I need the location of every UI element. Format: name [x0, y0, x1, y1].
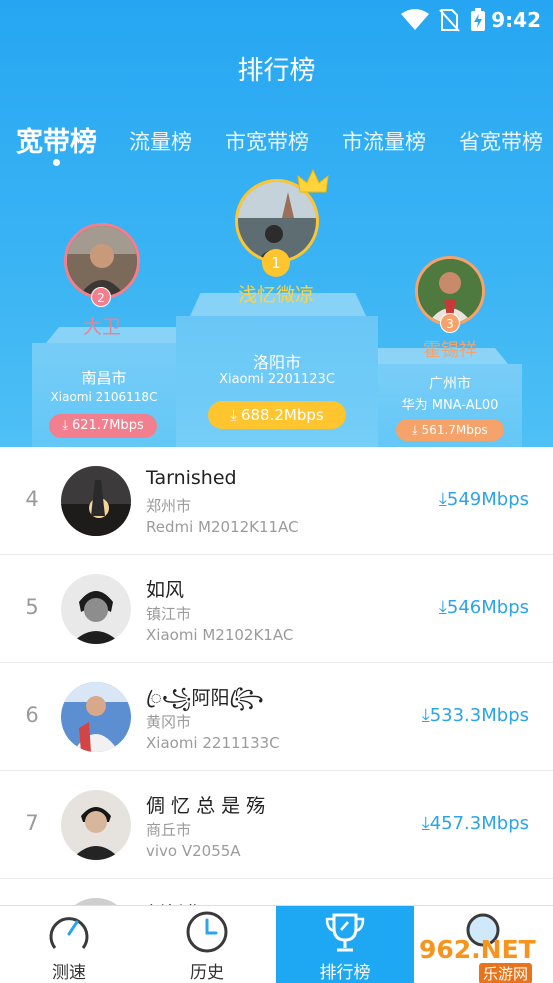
device-model: Xiaomi 2211133C: [146, 734, 280, 752]
landscape-photo-icon: [61, 466, 131, 536]
list-item[interactable]: 6 ꦿ꧁阿阳꧂ꦿ 黄冈市 Xiaomi 2211133C ⤓533.3Mbps: [0, 663, 553, 771]
rank-number: 5: [25, 595, 39, 619]
first-place-model: Xiaomi 2201123C: [219, 372, 335, 387]
tab-city-broadband[interactable]: 市宽带榜: [225, 126, 309, 156]
crown-icon: [297, 168, 329, 193]
list-item[interactable]: 4 Tarnished 郑州市 Redmi M2012K11AC ⤓549Mbp…: [0, 447, 553, 555]
rank-number: 7: [25, 811, 39, 835]
trophy-icon: [325, 913, 365, 952]
person-photo-icon: [61, 682, 131, 752]
nav-label: 历史: [190, 963, 224, 983]
person-photo-icon: [61, 574, 131, 644]
rank-number: 6: [25, 703, 39, 727]
speed-value: 533.3Mbps: [429, 705, 529, 726]
status-time: 9:42: [491, 8, 541, 32]
third-speed-value: 561.7Mbps: [421, 423, 488, 437]
watermark-logo: 962.NET: [419, 935, 536, 964]
user-avatar[interactable]: [61, 790, 131, 860]
third-place-speed: ⤓ 561.7Mbps: [396, 419, 504, 441]
header-area: 9:42 排行榜 宽带榜 流量榜 市宽带榜 市流量榜 省宽带榜 2 大卫 南昌市…: [0, 0, 553, 447]
third-place-name: 霍锡祥: [423, 340, 477, 361]
speed-value: 549Mbps: [446, 489, 529, 510]
download-icon: ⤓: [230, 406, 237, 424]
battery-charging-icon: [471, 8, 485, 31]
download-icon: ⤓: [421, 705, 430, 726]
second-rank-badge: 2: [91, 287, 111, 307]
watermark-subtext: 乐游网: [479, 963, 533, 983]
user-city: 郑州市: [146, 497, 192, 515]
first-rank-badge: 1: [262, 249, 290, 277]
user-name: 如风: [146, 579, 185, 601]
page-title: 排行榜: [237, 56, 316, 86]
no-sim-icon: [439, 9, 460, 32]
wifi-icon: [401, 9, 429, 30]
first-place-name: 浅忆微凉: [237, 284, 314, 306]
nav-label: 排行榜: [319, 963, 371, 983]
speedometer-icon: [49, 917, 89, 949]
user-city: 黄冈市: [146, 713, 192, 731]
user-name: Tarnished: [146, 467, 237, 489]
tab-province-broadband[interactable]: 省宽带榜: [459, 126, 543, 156]
download-speed: ⤓546Mbps: [439, 597, 529, 618]
tab-mobile-data[interactable]: 流量榜: [129, 126, 192, 156]
person-photo-icon: [61, 790, 131, 860]
list-item[interactable]: 7 倜 忆 总 是 殇 商丘市 vivo V2055A ⤓457.3Mbps: [0, 771, 553, 879]
third-rank-badge: 3: [440, 313, 460, 333]
download-icon: ⤓: [438, 597, 447, 618]
user-avatar[interactable]: [61, 466, 131, 536]
download-icon: ⤓: [62, 418, 69, 433]
nav-label: 测速: [52, 963, 86, 983]
ranking-tabs: 宽带榜 流量榜 市宽带榜 市流量榜 省宽带榜: [0, 118, 553, 168]
download-speed: ⤓549Mbps: [439, 489, 529, 510]
user-avatar[interactable]: [61, 574, 131, 644]
first-place-speed: ⤓ 688.2Mbps: [208, 401, 346, 429]
rank-number: 4: [25, 487, 39, 511]
third-place-city: 广州市: [429, 376, 471, 392]
user-city: 镇江市: [146, 605, 192, 623]
nav-history[interactable]: 历史: [138, 906, 276, 983]
download-speed: ⤓457.3Mbps: [422, 813, 529, 834]
device-model: Xiaomi M2102K1AC: [146, 626, 294, 644]
download-speed: ⤓533.3Mbps: [422, 705, 529, 726]
tab-broadband[interactable]: 宽带榜: [16, 120, 97, 159]
user-avatar[interactable]: [61, 682, 131, 752]
second-place-city: 南昌市: [81, 369, 127, 387]
download-icon: ⤓: [438, 489, 447, 510]
site-watermark: 962.NET 乐游网: [415, 935, 553, 983]
user-name: 倜 忆 总 是 殇: [146, 795, 266, 817]
active-tab-indicator: [53, 159, 60, 166]
first-speed-value: 688.2Mbps: [240, 406, 324, 424]
speed-value: 457.3Mbps: [429, 813, 529, 834]
status-bar: 9:42: [0, 0, 553, 38]
tab-city-mobile-data[interactable]: 市流量榜: [342, 126, 426, 156]
device-model: vivo V2055A: [146, 842, 241, 860]
person-photo-icon: [67, 226, 137, 296]
nav-speed-test[interactable]: 测速: [0, 906, 138, 983]
clock-icon: [186, 911, 228, 953]
second-place-name: 大卫: [82, 316, 121, 338]
second-place-model: Xiaomi 2106118C: [50, 390, 158, 404]
nav-leaderboard[interactable]: 排行榜: [276, 906, 414, 983]
third-place-model: 华为 MNA-AL00: [401, 398, 499, 413]
second-place-speed: ⤓ 621.7Mbps: [49, 414, 157, 438]
list-item[interactable]: 5 如风 镇江市 Xiaomi M2102K1AC ⤓546Mbps: [0, 555, 553, 663]
download-icon: ⤓: [421, 813, 430, 834]
speed-value: 546Mbps: [446, 597, 529, 618]
download-icon: ⤓: [412, 423, 418, 437]
second-speed-value: 621.7Mbps: [72, 418, 144, 433]
user-city: 商丘市: [146, 821, 192, 839]
first-place-city: 洛阳市: [252, 353, 301, 372]
device-model: Redmi M2012K11AC: [146, 518, 299, 536]
